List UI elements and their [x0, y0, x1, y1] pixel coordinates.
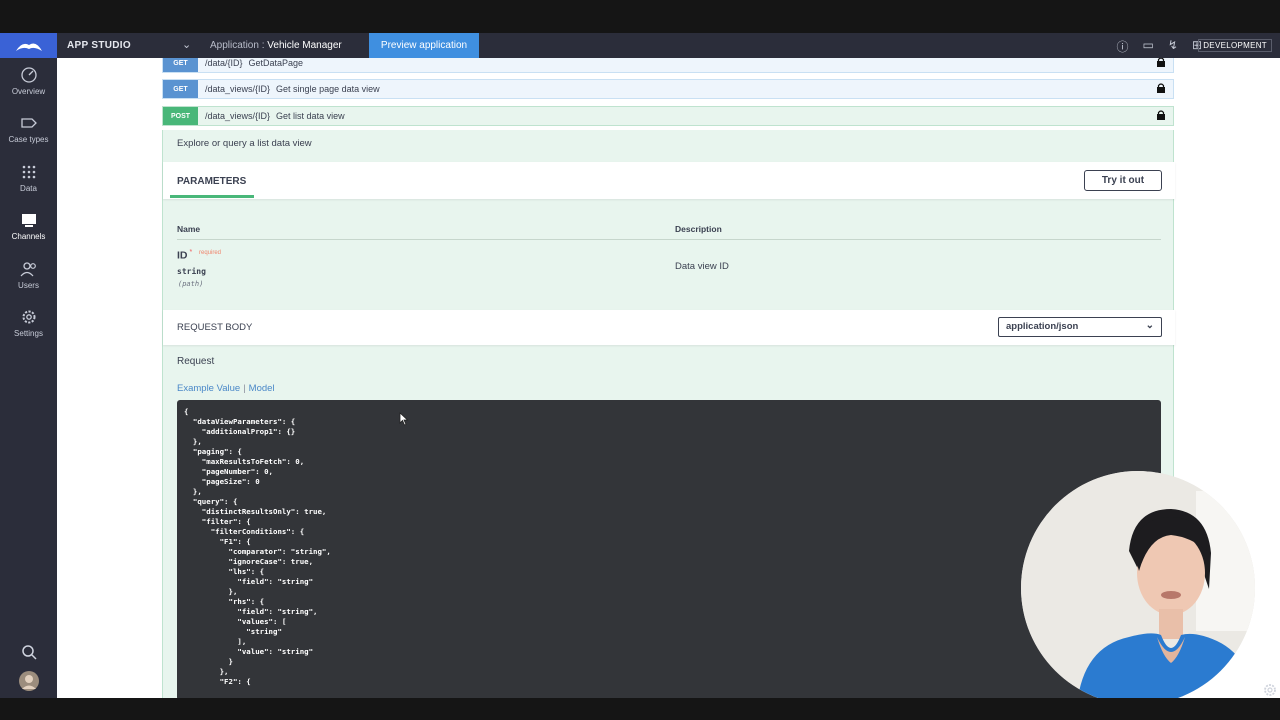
application-label: Application : Vehicle Manager — [210, 40, 342, 51]
operation-detail-panel: Explore or query a list data view PARAME… — [162, 130, 1175, 698]
lock-icon[interactable] — [1157, 110, 1165, 120]
channels-icon — [21, 214, 36, 227]
screen-icon[interactable]: ▭ — [1143, 38, 1154, 55]
path-text: /data_views/{ID} — [205, 111, 271, 121]
operation-path: /data/{ID} GetDataPage — [205, 58, 303, 68]
parameter-location: (path) — [178, 280, 204, 288]
case-icon — [20, 118, 37, 128]
lock-icon[interactable] — [1157, 58, 1165, 67]
chevron-down-icon: ⌄ — [1145, 320, 1154, 331]
try-it-out-button[interactable]: Try it out — [1084, 170, 1162, 191]
column-header-description: Description — [675, 224, 722, 234]
operation-path: /data_views/{ID} Get list data view — [205, 111, 345, 121]
summary-text: Get single page data view — [276, 84, 380, 94]
request-label: Request — [177, 356, 215, 367]
operation-description: Explore or query a list data view — [177, 138, 312, 149]
lock-icon[interactable] — [1157, 83, 1165, 93]
gauge-icon — [20, 67, 37, 83]
app-logo[interactable] — [0, 33, 57, 58]
method-badge: POST — [163, 107, 198, 125]
request-body-section-header: REQUEST BODY application/json ⌄ — [163, 310, 1175, 345]
lightning-icon[interactable]: ↯ — [1168, 38, 1178, 55]
sidebar-item-label: Case types — [8, 135, 49, 144]
parameters-tab-indicator — [170, 195, 254, 198]
preview-application-button[interactable]: Preview application — [369, 33, 479, 58]
method-badge: GET — [163, 58, 198, 72]
summary-text: Get list data view — [276, 111, 345, 121]
sidebar-item-channels[interactable]: Channels — [0, 211, 57, 241]
sidebar-item-label: Channels — [11, 232, 46, 241]
tab-example-value[interactable]: Example Value — [177, 383, 240, 394]
operation-path: /data_views/{ID} Get single page data vie… — [205, 84, 380, 94]
header-icons: ⓘ ▭ ↯ ⊞ — [1117, 38, 1202, 55]
studio-title: APP STUDIO — [67, 40, 131, 51]
gear-icon — [22, 310, 35, 324]
sidebar: Overview Case types Data Channels Users … — [0, 58, 57, 698]
tab-model[interactable]: Model — [249, 383, 275, 394]
mouse-cursor-icon — [399, 412, 409, 426]
application-name[interactable]: Vehicle Manager — [267, 40, 342, 51]
summary-text: GetDataPage — [248, 58, 304, 68]
required-mark: * — [189, 249, 193, 256]
path-text: /data_views/{ID} — [205, 84, 271, 94]
grid-dots-icon — [22, 165, 35, 179]
example-json-code: { "dataViewParameters": { "additionalPro… — [184, 407, 331, 686]
sidebar-item-case-types[interactable]: Case types — [0, 114, 57, 144]
sidebar-item-overview[interactable]: Overview — [0, 66, 57, 96]
sidebar-item-users[interactable]: Users — [0, 260, 57, 290]
sidebar-item-settings[interactable]: Settings — [0, 308, 57, 338]
required-label: required — [199, 250, 222, 256]
settings-gear-icon[interactable] — [1262, 682, 1278, 698]
table-divider — [177, 239, 1161, 240]
sidebar-item-label: Users — [18, 281, 39, 290]
example-json-code-block[interactable]: { "dataViewParameters": { "additionalPro… — [177, 400, 1161, 698]
window-top-strip — [0, 0, 1280, 33]
sidebar-search[interactable] — [0, 644, 57, 665]
sidebar-item-label: Overview — [11, 87, 46, 96]
parameter-name-text: ID — [177, 249, 188, 262]
application-prefix: Application : — [210, 40, 265, 51]
parameter-description: Data view ID — [675, 261, 729, 272]
avatar — [18, 671, 39, 691]
search-icon — [21, 645, 37, 660]
presenter-video — [1021, 471, 1255, 705]
parameters-section-header: PARAMETERS Try it out — [163, 162, 1175, 199]
operation-get-data-page[interactable]: GET /data/{ID} GetDataPage — [162, 58, 1174, 73]
logo-icon — [15, 42, 42, 51]
content-type-value: application/json — [1006, 321, 1079, 332]
presenter-webcam-overlay — [1021, 471, 1255, 705]
column-header-name: Name — [177, 224, 201, 234]
sidebar-item-label: Data — [20, 184, 37, 193]
app-header: APP STUDIO ⌄ Application : Vehicle Manag… — [0, 33, 1280, 58]
tab-separator: | — [243, 383, 246, 394]
sidebar-item-data[interactable]: Data — [0, 163, 57, 193]
help-icon[interactable]: ⓘ — [1117, 38, 1129, 55]
users-icon — [20, 262, 36, 277]
chevron-down-icon[interactable]: ⌄ — [182, 38, 191, 51]
sidebar-avatar[interactable] — [0, 671, 57, 696]
path-text: /data/{ID} — [205, 58, 243, 68]
parameters-title: PARAMETERS — [177, 176, 247, 187]
request-body-title: REQUEST BODY — [177, 322, 253, 333]
content-type-select[interactable]: application/json ⌄ — [998, 317, 1162, 337]
operation-get-single-page[interactable]: GET /data_views/{ID} Get single page data… — [162, 79, 1174, 99]
parameter-name: ID * — [177, 249, 192, 262]
window-bottom-strip — [0, 698, 1280, 720]
operation-post-list-data-view[interactable]: POST /data_views/{ID} Get list data view — [162, 106, 1174, 126]
sidebar-item-label: Settings — [14, 329, 43, 338]
parameter-type: string — [177, 267, 206, 276]
environment-badge: DEVELOPMENT — [1198, 39, 1272, 52]
example-model-tabs: Example Value | Model — [177, 383, 275, 394]
method-badge: GET — [163, 80, 198, 98]
